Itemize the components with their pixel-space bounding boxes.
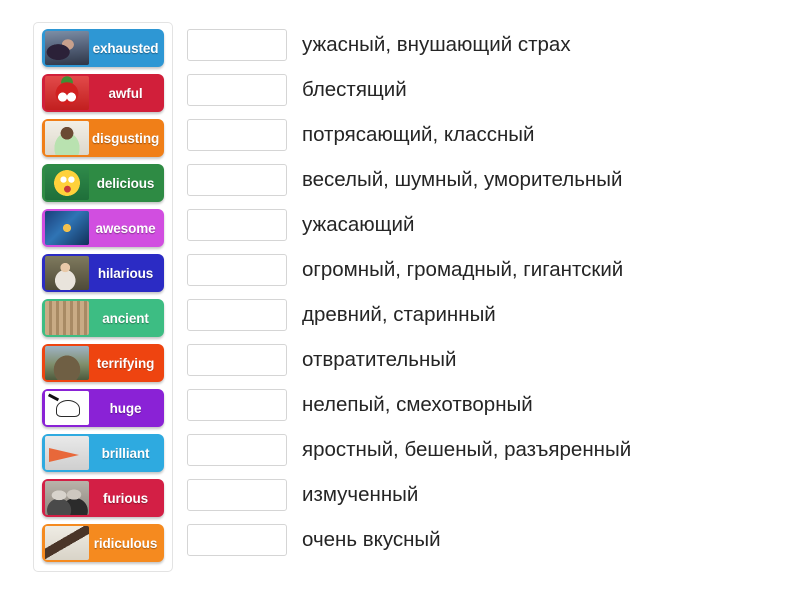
definition-text: очень вкусный — [302, 527, 441, 551]
definition-row: огромный, громадный, гигантский — [187, 250, 787, 290]
definition-text: огромный, громадный, гигантский — [302, 257, 624, 281]
exercise-stage: exhausted awful disgusting delicious awesome… — [0, 0, 800, 600]
word-card-label: terrifying — [96, 355, 155, 371]
definition-text: ужасный, внушающий страх — [302, 32, 571, 56]
definition-row: ужасный, внушающий страх — [187, 25, 787, 65]
word-card-awful[interactable]: awful — [42, 74, 164, 112]
definition-text: яростный, бешеный, разъяренный — [302, 437, 632, 461]
word-card-delicious[interactable]: delicious — [42, 164, 164, 202]
definition-row: ужасающий — [187, 205, 787, 245]
answer-dropbox[interactable] — [187, 254, 287, 286]
word-card-terrifying[interactable]: terrifying — [42, 344, 164, 382]
definition-rows: ужасный, внушающий страх блестящий потряса… — [187, 25, 787, 565]
answer-dropbox[interactable] — [187, 344, 287, 376]
word-card-disgusting[interactable]: disgusting — [42, 119, 164, 157]
answer-dropbox[interactable] — [187, 389, 287, 421]
word-card-label: ridiculous — [93, 535, 158, 551]
photo-wild-animals-icon — [45, 346, 89, 380]
word-card-label: awful — [108, 85, 143, 101]
word-card-huge[interactable]: huge — [42, 389, 164, 427]
definition-text: блестящий — [302, 77, 407, 101]
answer-dropbox[interactable] — [187, 479, 287, 511]
photo-girl-making-face-icon — [45, 121, 89, 155]
definition-row: древний, старинный — [187, 295, 787, 335]
answer-dropbox[interactable] — [187, 209, 287, 241]
word-card-furious[interactable]: furious — [42, 479, 164, 517]
definition-text: потрясающий, классный — [302, 122, 535, 146]
answer-dropbox[interactable] — [187, 74, 287, 106]
word-card-awesome[interactable]: awesome — [42, 209, 164, 247]
answer-dropbox[interactable] — [187, 164, 287, 196]
word-card-label: hilarious — [97, 265, 154, 281]
word-card-label: exhausted — [92, 40, 159, 56]
word-card-label: delicious — [96, 175, 155, 191]
definition-row: измученный — [187, 475, 787, 515]
word-card-label: disgusting — [91, 130, 160, 146]
photo-red-monster-tomato-icon — [45, 76, 89, 110]
word-card-exhausted[interactable]: exhausted — [42, 29, 164, 67]
definition-text: измученный — [302, 482, 419, 506]
word-card-label: furious — [102, 490, 149, 506]
word-cards-panel: exhausted awful disgusting delicious awesome… — [33, 22, 173, 572]
word-card-label: awesome — [95, 220, 156, 236]
photo-person-sleeping-on-books-icon — [45, 31, 89, 65]
definition-text: отвратительный — [302, 347, 457, 371]
definition-text: нелепый, смехотворный — [302, 392, 533, 416]
definition-row: очень вкусный — [187, 520, 787, 560]
answer-dropbox[interactable] — [187, 119, 287, 151]
photo-arguing-couple-icon — [45, 481, 89, 515]
answer-dropbox[interactable] — [187, 29, 287, 61]
word-card-brilliant[interactable]: brilliant — [42, 434, 164, 472]
definition-row: нелепый, смехотворный — [187, 385, 787, 425]
answer-dropbox[interactable] — [187, 299, 287, 331]
photo-colosseum-icon — [45, 301, 89, 335]
definition-row: отвратительный — [187, 340, 787, 380]
word-card-label: brilliant — [101, 445, 150, 461]
definition-text: древний, старинный — [302, 302, 496, 326]
definition-row: яростный, бешеный, разъяренный — [187, 430, 787, 470]
definition-text: ужасающий — [302, 212, 415, 236]
definition-text: веселый, шумный, уморительный — [302, 167, 623, 191]
photo-laughing-people-icon — [45, 256, 89, 290]
answer-dropbox[interactable] — [187, 434, 287, 466]
drawing-paper-plane-icon — [45, 436, 89, 470]
photo-framed-painting-icon — [45, 211, 89, 245]
word-card-hilarious[interactable]: hilarious — [42, 254, 164, 292]
drawing-elephant-icon — [45, 391, 89, 425]
emoji-yummy-face-icon — [45, 166, 89, 200]
word-card-ridiculous[interactable]: ridiculous — [42, 524, 164, 562]
definition-row: блестящий — [187, 70, 787, 110]
answer-dropbox[interactable] — [187, 524, 287, 556]
definition-row: потрясающий, классный — [187, 115, 787, 155]
definition-row: веселый, шумный, уморительный — [187, 160, 787, 200]
photo-high-heel-shoe-icon — [45, 526, 89, 560]
word-card-label: ancient — [102, 310, 149, 326]
word-card-label: huge — [109, 400, 142, 416]
word-card-ancient[interactable]: ancient — [42, 299, 164, 337]
